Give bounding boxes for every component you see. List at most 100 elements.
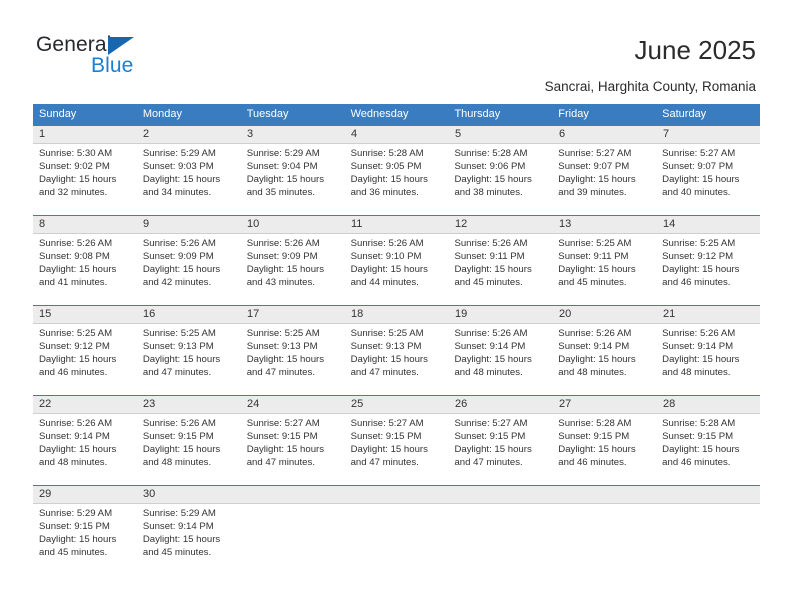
daylight-text-line2: and 46 minutes.: [662, 277, 731, 288]
day-number[interactable]: 22: [33, 396, 137, 413]
day-number[interactable]: 14: [657, 216, 760, 233]
daylight-text-line2: and 48 minutes.: [142, 457, 212, 468]
general-blue-logo[interactable]: General Blue: [36, 33, 236, 85]
day-cell[interactable]: Sunrise: 5:26 AM Sunset: 9:08 PM Dayligh…: [33, 234, 137, 305]
day-number[interactable]: 25: [345, 396, 449, 413]
daylight-text-line1: Daylight: 15 hours: [142, 174, 221, 185]
sunset-text: Sunset: 9:06 PM: [454, 161, 526, 172]
sunrise-text: Sunrise: 5:27 AM: [246, 418, 320, 429]
weekday-header-thursday: Thursday: [454, 108, 501, 120]
week-day-details: Sunrise: 5:26 AM Sunset: 9:14 PM Dayligh…: [33, 414, 760, 485]
day-number[interactable]: 27: [553, 396, 657, 413]
daylight-text-line2: and 44 minutes.: [350, 277, 419, 288]
day-cell[interactable]: Sunrise: 5:26 AM Sunset: 9:10 PM Dayligh…: [345, 234, 449, 305]
day-number[interactable]: 2: [137, 126, 241, 143]
day-number[interactable]: 15: [33, 306, 137, 323]
day-number[interactable]: 10: [241, 216, 345, 233]
day-cell[interactable]: Sunrise: 5:25 AM Sunset: 9:13 PM Dayligh…: [241, 324, 345, 395]
day-number[interactable]: 12: [449, 216, 553, 233]
day-number[interactable]: 5: [449, 126, 553, 143]
day-cell[interactable]: Sunrise: 5:26 AM Sunset: 9:09 PM Dayligh…: [241, 234, 345, 305]
day-cell[interactable]: Sunrise: 5:26 AM Sunset: 9:14 PM Dayligh…: [448, 324, 552, 395]
sunset-text: Sunset: 9:05 PM: [350, 161, 422, 172]
sunrise-text: Sunrise: 5:25 AM: [662, 238, 736, 249]
day-cell[interactable]: Sunrise: 5:25 AM Sunset: 9:12 PM Dayligh…: [33, 324, 137, 395]
day-number[interactable]: 11: [345, 216, 449, 233]
sunrise-text: Sunrise: 5:25 AM: [142, 328, 216, 339]
day-number[interactable]: 24: [241, 396, 345, 413]
day-cell[interactable]: Sunrise: 5:27 AM Sunset: 9:15 PM Dayligh…: [448, 414, 552, 485]
daylight-text-line1: Daylight: 15 hours: [350, 174, 428, 185]
daylight-text-line1: Daylight: 15 hours: [558, 444, 636, 455]
day-number[interactable]: 4: [345, 126, 449, 143]
daylight-text-line1: Daylight: 15 hours: [454, 354, 532, 365]
day-number[interactable]: 9: [137, 216, 241, 233]
day-cell[interactable]: Sunrise: 5:26 AM Sunset: 9:14 PM Dayligh…: [33, 414, 137, 485]
sunset-text: Sunset: 9:15 PM: [246, 431, 318, 442]
daylight-text-line1: Daylight: 15 hours: [246, 444, 325, 455]
day-number[interactable]: 8: [33, 216, 137, 233]
day-cell[interactable]: Sunrise: 5:25 AM Sunset: 9:13 PM Dayligh…: [345, 324, 449, 395]
daylight-text-line2: and 47 minutes.: [454, 457, 523, 468]
day-cell[interactable]: Sunrise: 5:30 AM Sunset: 9:02 PM Dayligh…: [33, 144, 137, 215]
week-day-details: Sunrise: 5:26 AM Sunset: 9:08 PM Dayligh…: [33, 234, 760, 305]
day-number[interactable]: 19: [449, 306, 553, 323]
day-cell[interactable]: Sunrise: 5:27 AM Sunset: 9:15 PM Dayligh…: [241, 414, 345, 485]
week-day-numbers: 8 9 10 11 12 13 14: [33, 216, 760, 234]
day-number[interactable]: 17: [241, 306, 345, 323]
sunrise-text: Sunrise: 5:25 AM: [39, 328, 113, 339]
sunrise-text: Sunrise: 5:26 AM: [454, 238, 528, 249]
day-number[interactable]: 20: [553, 306, 657, 323]
day-cell[interactable]: Sunrise: 5:26 AM Sunset: 9:14 PM Dayligh…: [552, 324, 656, 395]
daylight-text-line1: Daylight: 15 hours: [246, 264, 325, 275]
sunrise-text: Sunrise: 5:28 AM: [558, 418, 632, 429]
sunrise-text: Sunrise: 5:29 AM: [246, 148, 320, 159]
sunrise-text: Sunrise: 5:26 AM: [350, 238, 424, 249]
day-cell[interactable]: Sunrise: 5:26 AM Sunset: 9:11 PM Dayligh…: [448, 234, 552, 305]
sunset-text: Sunset: 9:09 PM: [246, 251, 318, 262]
calendar-page: General Blue June 2025 Sancrai, Harghita…: [0, 0, 792, 612]
day-number[interactable]: 30: [137, 486, 241, 503]
day-cell[interactable]: Sunrise: 5:29 AM Sunset: 9:15 PM Dayligh…: [33, 504, 137, 575]
daylight-text-line2: and 45 minutes.: [454, 277, 523, 288]
day-cell[interactable]: Sunrise: 5:29 AM Sunset: 9:03 PM Dayligh…: [137, 144, 241, 215]
day-number[interactable]: 28: [657, 396, 760, 413]
sunset-text: Sunset: 9:14 PM: [558, 341, 630, 352]
day-cell[interactable]: Sunrise: 5:27 AM Sunset: 9:07 PM Dayligh…: [552, 144, 656, 215]
day-number[interactable]: 7: [657, 126, 760, 143]
daylight-text-line1: Daylight: 15 hours: [350, 444, 428, 455]
day-number[interactable]: 13: [553, 216, 657, 233]
sunrise-text: Sunrise: 5:26 AM: [142, 238, 216, 249]
day-cell[interactable]: Sunrise: 5:29 AM Sunset: 9:14 PM Dayligh…: [137, 504, 241, 575]
day-number[interactable]: 3: [241, 126, 345, 143]
day-cell[interactable]: Sunrise: 5:28 AM Sunset: 9:15 PM Dayligh…: [552, 414, 656, 485]
day-cell[interactable]: Sunrise: 5:26 AM Sunset: 9:09 PM Dayligh…: [137, 234, 241, 305]
calendar-week-row: 15 16 17 18 19 20 21 Sunrise: 5:25 AM Su…: [33, 305, 760, 395]
day-number[interactable]: 21: [657, 306, 760, 323]
day-number[interactable]: 29: [33, 486, 137, 503]
day-cell[interactable]: Sunrise: 5:27 AM Sunset: 9:15 PM Dayligh…: [345, 414, 449, 485]
day-cell[interactable]: Sunrise: 5:28 AM Sunset: 9:15 PM Dayligh…: [656, 414, 760, 485]
day-number[interactable]: 26: [449, 396, 553, 413]
day-cell[interactable]: Sunrise: 5:28 AM Sunset: 9:06 PM Dayligh…: [448, 144, 552, 215]
day-number[interactable]: 1: [33, 126, 137, 143]
day-cell[interactable]: Sunrise: 5:25 AM Sunset: 9:13 PM Dayligh…: [137, 324, 241, 395]
daylight-text-line1: Daylight: 15 hours: [662, 264, 740, 275]
day-number[interactable]: 16: [137, 306, 241, 323]
day-number[interactable]: 23: [137, 396, 241, 413]
day-number-empty: [553, 486, 657, 503]
day-cell[interactable]: Sunrise: 5:25 AM Sunset: 9:11 PM Dayligh…: [552, 234, 656, 305]
day-number[interactable]: 6: [553, 126, 657, 143]
day-cell[interactable]: Sunrise: 5:28 AM Sunset: 9:05 PM Dayligh…: [345, 144, 449, 215]
sunrise-text: Sunrise: 5:28 AM: [350, 148, 424, 159]
day-number[interactable]: 18: [345, 306, 449, 323]
day-cell[interactable]: Sunrise: 5:27 AM Sunset: 9:07 PM Dayligh…: [656, 144, 760, 215]
day-cell[interactable]: Sunrise: 5:26 AM Sunset: 9:14 PM Dayligh…: [656, 324, 760, 395]
week-day-details: Sunrise: 5:30 AM Sunset: 9:02 PM Dayligh…: [33, 144, 760, 215]
day-cell[interactable]: Sunrise: 5:29 AM Sunset: 9:04 PM Dayligh…: [241, 144, 345, 215]
day-cell[interactable]: Sunrise: 5:25 AM Sunset: 9:12 PM Dayligh…: [656, 234, 760, 305]
sunset-text: Sunset: 9:12 PM: [39, 341, 110, 352]
week-day-numbers: 15 16 17 18 19 20 21: [33, 306, 760, 324]
calendar-week-row: 8 9 10 11 12 13 14 Sunrise: 5:26 AM Suns…: [33, 215, 760, 305]
day-cell[interactable]: Sunrise: 5:26 AM Sunset: 9:15 PM Dayligh…: [137, 414, 241, 485]
